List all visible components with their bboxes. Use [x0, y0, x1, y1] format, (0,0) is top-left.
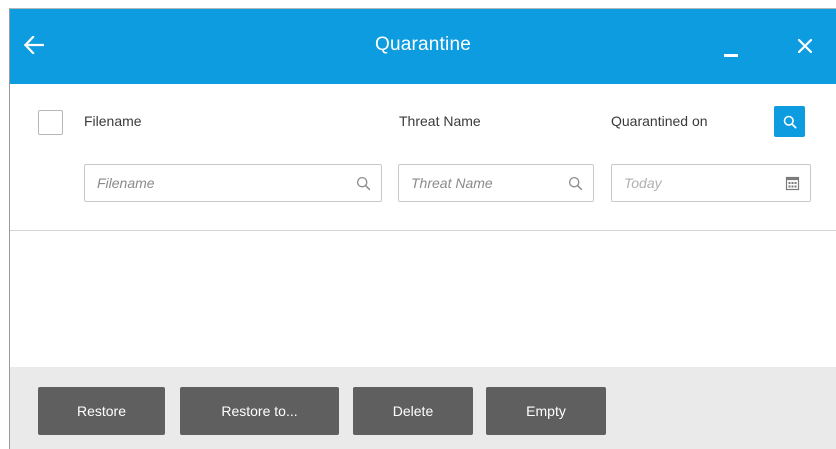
quarantined-on-date-picker[interactable]: Today [611, 164, 811, 202]
date-filter-value: Today [624, 175, 662, 191]
select-all-checkbox[interactable] [38, 110, 63, 135]
threat-name-filter [398, 164, 594, 202]
column-header-quarantined-on[interactable]: Quarantined on [611, 113, 708, 129]
search-icon [568, 176, 583, 191]
quarantine-window: Quarantine Filename Threat Name Quaranti… [9, 8, 836, 449]
window-title: Quarantine [374, 34, 471, 55]
threat-name-filter-input[interactable] [411, 165, 561, 201]
action-bar: Restore Restore to... Delete Empty [10, 367, 836, 449]
restore-to-button[interactable]: Restore to... [180, 387, 339, 435]
filename-filter [84, 164, 382, 202]
restore-button[interactable]: Restore [38, 387, 165, 435]
empty-button[interactable]: Empty [486, 387, 606, 435]
close-icon [798, 39, 812, 53]
search-button[interactable] [774, 106, 805, 137]
column-header-filename[interactable]: Filename [84, 113, 142, 129]
search-icon [356, 176, 371, 191]
calendar-icon[interactable] [785, 176, 800, 191]
quarantine-list [10, 231, 836, 367]
title-bar: Quarantine [10, 9, 836, 84]
column-header-threat-name[interactable]: Threat Name [399, 113, 481, 129]
delete-button[interactable]: Delete [353, 387, 473, 435]
close-button[interactable] [791, 32, 819, 60]
minimize-button[interactable] [716, 31, 746, 63]
search-icon [783, 115, 796, 128]
filename-filter-input[interactable] [97, 165, 347, 201]
minimize-icon [724, 54, 738, 57]
